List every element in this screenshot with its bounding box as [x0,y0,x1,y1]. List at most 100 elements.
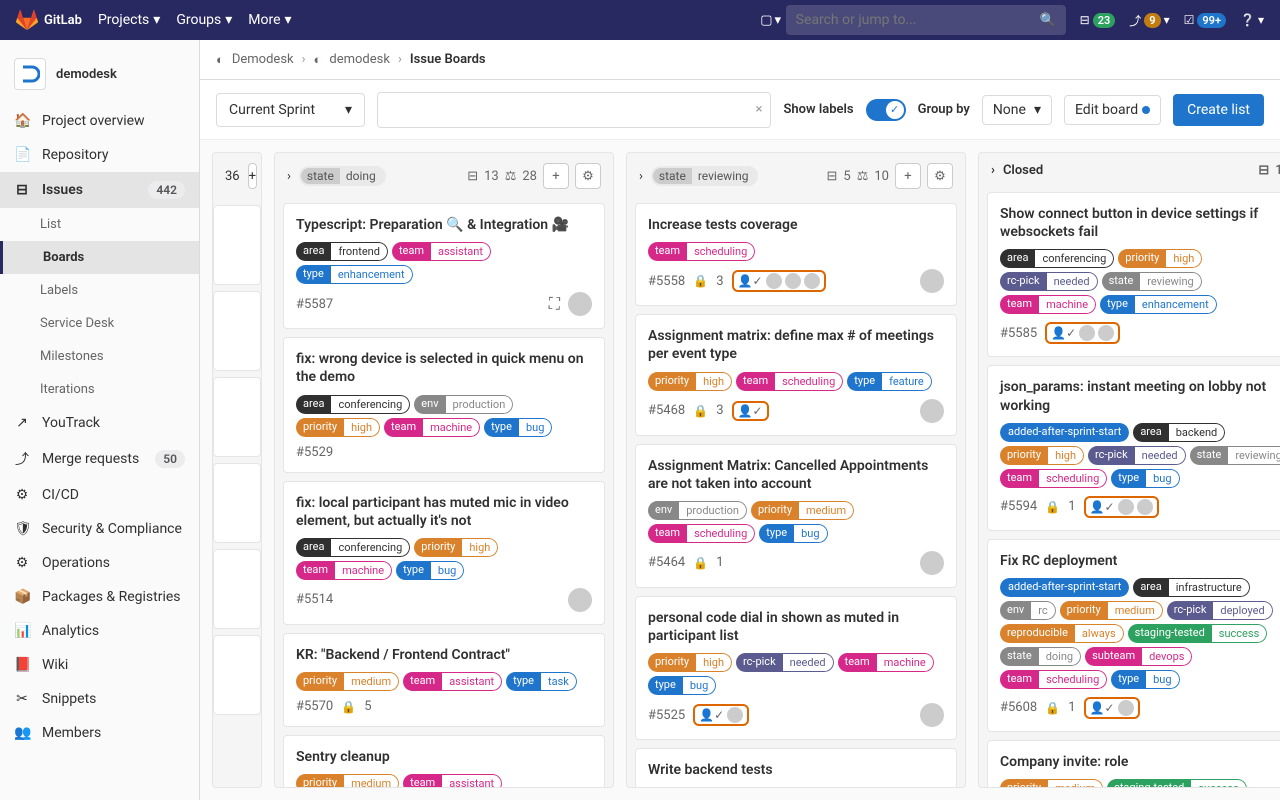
todos-counter[interactable]: ☑99+ [1184,13,1226,28]
issue-id[interactable]: #5570 [296,699,333,714]
assignee-highlight[interactable]: 👤✓ [1084,496,1159,518]
label-team-machine[interactable]: teammachine [1000,295,1096,314]
label-team-scheduling[interactable]: teamscheduling [1000,670,1107,689]
avatar[interactable] [568,292,592,316]
label-type-bug[interactable]: typebug [1111,670,1179,689]
sidebar-item-wiki[interactable]: 📕Wiki [0,648,199,682]
column-settings-button[interactable]: ⚙ [575,163,601,189]
label-rc-pick-needed[interactable]: rc-pickneeded [736,653,834,672]
sidebar-item-youtrack[interactable]: ↗YouTrack [0,406,199,440]
assignee-highlight[interactable]: 👤✓ [1084,697,1140,719]
help-menu[interactable]: ❔▾ [1240,13,1264,27]
label-priority-high[interactable]: priorityhigh [296,418,380,437]
label-env-production[interactable]: envproduction [648,501,747,520]
sidebar-item-project-overview[interactable]: 🏠Project overview [0,104,199,138]
issue-id[interactable]: #5464 [648,555,685,570]
new-dropdown[interactable]: ▢▾ [756,6,786,34]
partial-card[interactable] [213,205,261,285]
sidebar-item-merge-requests[interactable]: ⤴Merge requests50 [0,440,199,478]
avatar[interactable] [568,588,592,612]
issue-id[interactable]: #5587 [296,297,333,312]
sidebar-sub-milestones[interactable]: Milestones [0,340,199,373]
issue-card[interactable]: Assignment Matrix: Cancelled Appointment… [635,444,957,588]
label-area-backend[interactable]: areabackend [1133,423,1225,442]
label-added-after-sprint-start[interactable]: added-after-sprint-start [1000,578,1129,597]
label-rc-pick-needed[interactable]: rc-pickneeded [1088,446,1186,465]
label-area-infrastructure[interactable]: areainfrastructure [1133,578,1249,597]
search-input[interactable] [796,12,1034,28]
add-card-button[interactable]: + [248,163,257,189]
label-state-doing[interactable]: statedoing [1000,647,1081,666]
issue-card[interactable]: Increase tests coverage teamscheduling #… [635,203,957,306]
show-labels-toggle[interactable] [866,99,906,121]
sidebar-sub-list[interactable]: List [0,208,199,241]
issue-card[interactable]: Typescript: Preparation 🔍 & Integration … [283,203,605,329]
partial-card[interactable] [213,549,261,629]
label-type-bug[interactable]: typebug [484,418,552,437]
partial-card[interactable] [213,635,261,715]
group-by-select[interactable]: None ▾ [982,95,1052,125]
label-type-enhancement[interactable]: typeenhancement [296,265,413,284]
label-env-rc[interactable]: envrc [1000,601,1056,620]
label-priority-medium[interactable]: prioritymedium [1060,601,1163,620]
menu-projects[interactable]: Projects ▾ [98,12,160,28]
sidebar-sub-boards[interactable]: Boards [0,241,199,274]
label-priority-medium[interactable]: prioritymedium [751,501,854,520]
issue-card[interactable]: Write backend tests prioritymediumteamas… [635,748,957,787]
label-area-conferencing[interactable]: areaconferencing [296,395,410,414]
label-reproducible-always[interactable]: reproduciblealways [1000,624,1124,643]
label-team-machine[interactable]: teammachine [384,418,480,437]
sidebar-item-analytics[interactable]: 📊Analytics [0,614,199,648]
assignee-highlight[interactable]: 👤✓ [693,704,749,726]
avatar[interactable] [920,269,944,293]
label-type-feature[interactable]: typefeature [847,372,931,391]
project-header[interactable]: demodesk [0,50,199,104]
label-env-production[interactable]: envproduction [414,395,513,414]
global-search[interactable]: 🔍 [786,5,1066,35]
chevron-right-icon[interactable]: › [991,163,995,178]
label-team-machine[interactable]: teammachine [296,561,392,580]
board-filter[interactable]: × [377,92,771,128]
sidebar-item-members[interactable]: 👥Members [0,716,199,750]
edit-board-button[interactable]: Edit board [1064,95,1161,125]
issue-card[interactable]: Fix RC deployment added-after-sprint-sta… [987,539,1280,732]
issue-card[interactable]: fix: wrong device is selected in quick m… [283,337,605,472]
label-type-bug[interactable]: typebug [1111,469,1179,488]
partial-card[interactable] [213,377,261,457]
label-priority-high[interactable]: priorityhigh [648,372,732,391]
label-state-reviewing[interactable]: statereviewing [1102,272,1202,291]
label-team-scheduling[interactable]: teamscheduling [648,242,755,261]
issues-counter[interactable]: ⊟23 [1080,13,1116,28]
label-team-assistant[interactable]: teamassistant [403,672,502,691]
breadcrumb-group[interactable]: Demodesk [232,52,294,67]
issue-id[interactable]: #5468 [648,403,685,418]
avatar[interactable] [920,399,944,423]
label-rc-pick-needed[interactable]: rc-pickneeded [1000,272,1098,291]
label-area-frontend[interactable]: areafrontend [296,242,388,261]
label-priority-medium[interactable]: prioritymedium [296,774,399,787]
gitlab-logo[interactable]: GitLab [16,9,82,31]
board-selector[interactable]: Current Sprint ▾ [216,93,365,127]
label-type-bug[interactable]: typebug [759,524,827,543]
label-team-assistant[interactable]: teamassistant [392,242,491,261]
partial-card[interactable] [213,291,261,371]
column-settings-button[interactable]: ⚙ [927,163,953,189]
label-rc-pick-deployed[interactable]: rc-pickdeployed [1167,601,1273,620]
issue-id[interactable]: #5608 [1000,700,1037,715]
chevron-right-icon[interactable]: › [639,169,643,184]
sidebar-item-issues[interactable]: ⊟Issues442 [0,172,199,208]
label-priority-high[interactable]: priorityhigh [1118,249,1202,268]
avatar[interactable] [920,703,944,727]
label-state-reviewing[interactable]: statereviewing [1190,446,1280,465]
issue-card[interactable]: Sentry cleanup prioritymediumteamassista… [283,735,605,787]
add-card-button[interactable]: + [895,163,921,189]
sidebar-sub-labels[interactable]: Labels [0,274,199,307]
label-area-conferencing[interactable]: areaconferencing [1000,249,1114,268]
assignee-highlight[interactable]: 👤✓ [732,270,826,292]
sidebar-item-packages-registries[interactable]: 📦Packages & Registries [0,580,199,614]
avatar[interactable] [920,551,944,575]
issue-id[interactable]: #5558 [648,274,685,289]
menu-more[interactable]: More ▾ [248,12,291,28]
assignee-highlight[interactable]: 👤✓ [1045,322,1120,344]
label-team-scheduling[interactable]: teamscheduling [736,372,843,391]
